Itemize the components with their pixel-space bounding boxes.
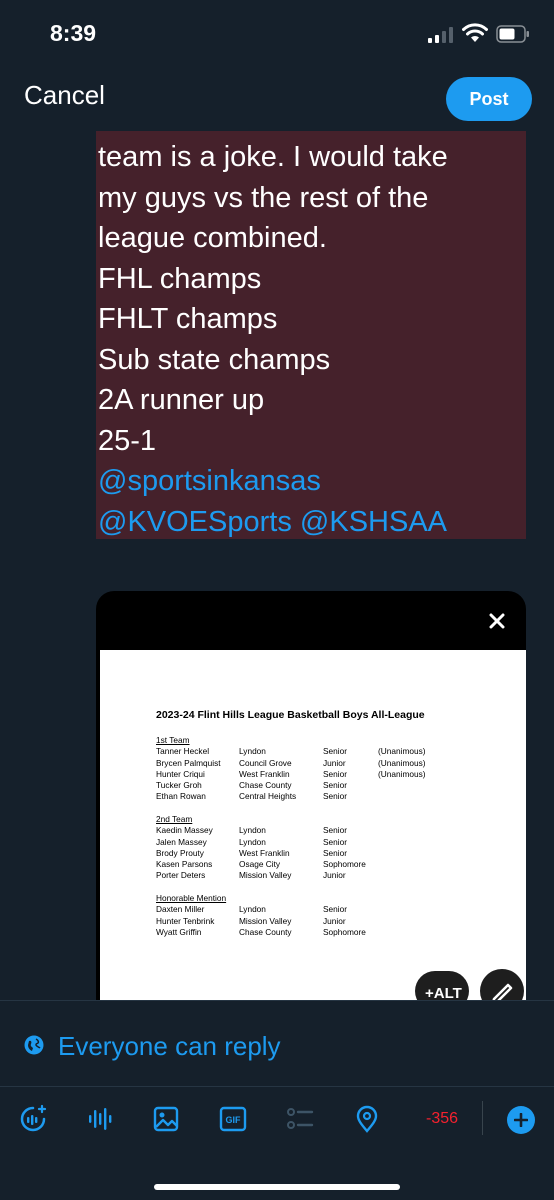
voice-button[interactable] xyxy=(86,1104,116,1134)
mention-link[interactable]: @KSHSAA xyxy=(300,506,447,538)
table-row: Hunter Criqui West Franklin Senior (Unanimo… xyxy=(156,768,426,779)
section-heading: 2nd Team xyxy=(156,814,193,824)
status-time: 8:39 xyxy=(50,20,97,46)
reply-permissions-button[interactable]: Everyone can reply xyxy=(0,1000,554,1086)
table-row: Wyatt Griffin Chase County Sophomore xyxy=(156,926,366,937)
table-row: Jalen Massey Lyndon Senior xyxy=(156,836,347,847)
composer-toolbar: GIF -356 xyxy=(0,1086,554,1200)
home-indicator xyxy=(154,1184,400,1190)
toolbar-divider xyxy=(482,1101,483,1135)
voice-icon xyxy=(89,1108,112,1130)
tweet-line: team is a joke. I would take xyxy=(98,141,448,173)
document-section: 2nd Team Kaedin Massey Lyndon Senior Jalen… xyxy=(156,814,378,882)
plus-icon xyxy=(514,1113,528,1127)
document-section: Honorable Mention Daxten Miller Lyndon Sen… xyxy=(156,893,378,938)
add-thread-button[interactable] xyxy=(507,1106,535,1134)
tweet-line: Sub state champs xyxy=(98,343,331,376)
close-icon xyxy=(489,613,505,629)
table-row: Kasen Parsons Osage City Sophomore xyxy=(156,859,366,870)
tweet-line: my guys vs the rest of the xyxy=(98,181,429,214)
reply-permissions-label: Everyone can reply xyxy=(58,1031,281,1061)
section-heading: Honorable Mention xyxy=(156,893,227,903)
document-section: 1st Team Tanner Heckel Lyndon Senior (Unani… xyxy=(156,735,458,803)
grok-icon xyxy=(20,1104,47,1132)
section-heading: 1st Team xyxy=(156,735,190,745)
grok-button[interactable] xyxy=(18,1104,48,1134)
remove-media-button[interactable] xyxy=(482,606,512,636)
svg-text:GIF: GIF xyxy=(226,1115,242,1125)
document-title: 2023-24 Flint Hills League Basketball Bo… xyxy=(156,709,425,721)
table-row: Kaedin Massey Lyndon Senior xyxy=(156,825,347,836)
wifi-icon xyxy=(462,23,488,42)
table-row: Brody Prouty West Franklin Senior xyxy=(156,847,347,858)
cellular-signal-icon xyxy=(428,27,453,43)
character-count: -356 xyxy=(426,1110,459,1127)
gif-button[interactable]: GIF xyxy=(218,1104,248,1134)
mention-link[interactable]: @sportsinkansas xyxy=(98,465,321,497)
edit-media-button[interactable] xyxy=(480,969,524,1000)
image-icon xyxy=(153,1106,179,1132)
image-button[interactable] xyxy=(151,1104,181,1134)
cancel-button[interactable]: Cancel xyxy=(24,80,105,111)
table-row: Tucker Groh Chase County Senior xyxy=(156,780,347,791)
table-row: Porter Deters Mission Valley Junior xyxy=(156,870,346,881)
post-button[interactable]: Post xyxy=(446,77,532,121)
tweet-line: FHL champs xyxy=(98,262,262,295)
table-row: Ethan Rowan Central Heights Senior xyxy=(156,791,347,802)
tweet-text-area[interactable]: team is a joke. I would take my guys vs … xyxy=(96,131,526,539)
tweet-line: league combined. xyxy=(98,222,327,254)
tweet-line: FHLT champs xyxy=(98,303,278,335)
globe-icon xyxy=(24,1035,44,1055)
table-row: Daxten Miller Lyndon Senior xyxy=(156,904,347,915)
mention-link[interactable]: @KVOESports xyxy=(98,506,292,538)
location-button[interactable] xyxy=(352,1104,382,1134)
poll-button xyxy=(285,1104,315,1134)
battery-icon xyxy=(496,25,529,43)
status-bar: 8:39 xyxy=(0,0,554,70)
tweet-line: 2A runner up xyxy=(98,384,265,416)
tweet-line: 25-1 xyxy=(98,424,157,457)
add-alt-text-button[interactable]: +ALT xyxy=(415,971,469,1000)
table-row: Tanner Heckel Lyndon Senior (Unanimous) xyxy=(156,746,426,757)
media-attachment: 2023-24 Flint Hills League Basketball Bo… xyxy=(96,591,526,1000)
poll-icon xyxy=(287,1108,314,1129)
attached-document-image: 2023-24 Flint Hills League Basketball Bo… xyxy=(100,650,526,1000)
pencil-icon xyxy=(492,983,513,1000)
table-row: Brycen Palmquist Council Grove Junior (Unan… xyxy=(156,757,426,768)
table-row: Hunter Tenbrink Mission Valley Junior xyxy=(156,915,346,926)
gif-icon: GIF xyxy=(219,1106,247,1132)
location-icon xyxy=(356,1105,378,1133)
